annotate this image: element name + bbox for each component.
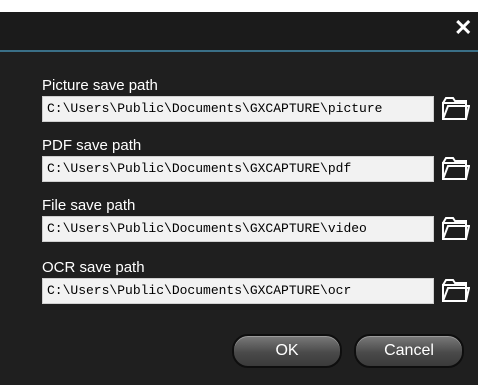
dialog-titlebar: ✕ bbox=[0, 12, 478, 52]
picture-path-label: Picture save path bbox=[42, 77, 158, 94]
ok-button[interactable]: OK bbox=[232, 334, 342, 368]
picture-path-field[interactable]: C:\Users\Public\Documents\GXCAPTURE\pict… bbox=[42, 96, 434, 122]
pdf-path-field[interactable]: C:\Users\Public\Documents\GXCAPTURE\pdf bbox=[42, 156, 434, 182]
file-path-field[interactable]: C:\Users\Public\Documents\GXCAPTURE\vide… bbox=[42, 216, 434, 242]
folder-icon[interactable] bbox=[440, 154, 470, 182]
folder-icon[interactable] bbox=[440, 276, 470, 304]
ocr-path-field[interactable]: C:\Users\Public\Documents\GXCAPTURE\ocr bbox=[42, 278, 434, 304]
cancel-button[interactable]: Cancel bbox=[354, 334, 464, 368]
pdf-path-label: PDF save path bbox=[42, 137, 142, 154]
top-strip bbox=[0, 0, 478, 12]
close-icon[interactable]: ✕ bbox=[454, 17, 472, 39]
folder-icon[interactable] bbox=[440, 94, 470, 122]
ocr-path-label: OCR save path bbox=[42, 259, 145, 276]
file-path-label: File save path bbox=[42, 197, 136, 214]
folder-icon[interactable] bbox=[440, 214, 470, 242]
